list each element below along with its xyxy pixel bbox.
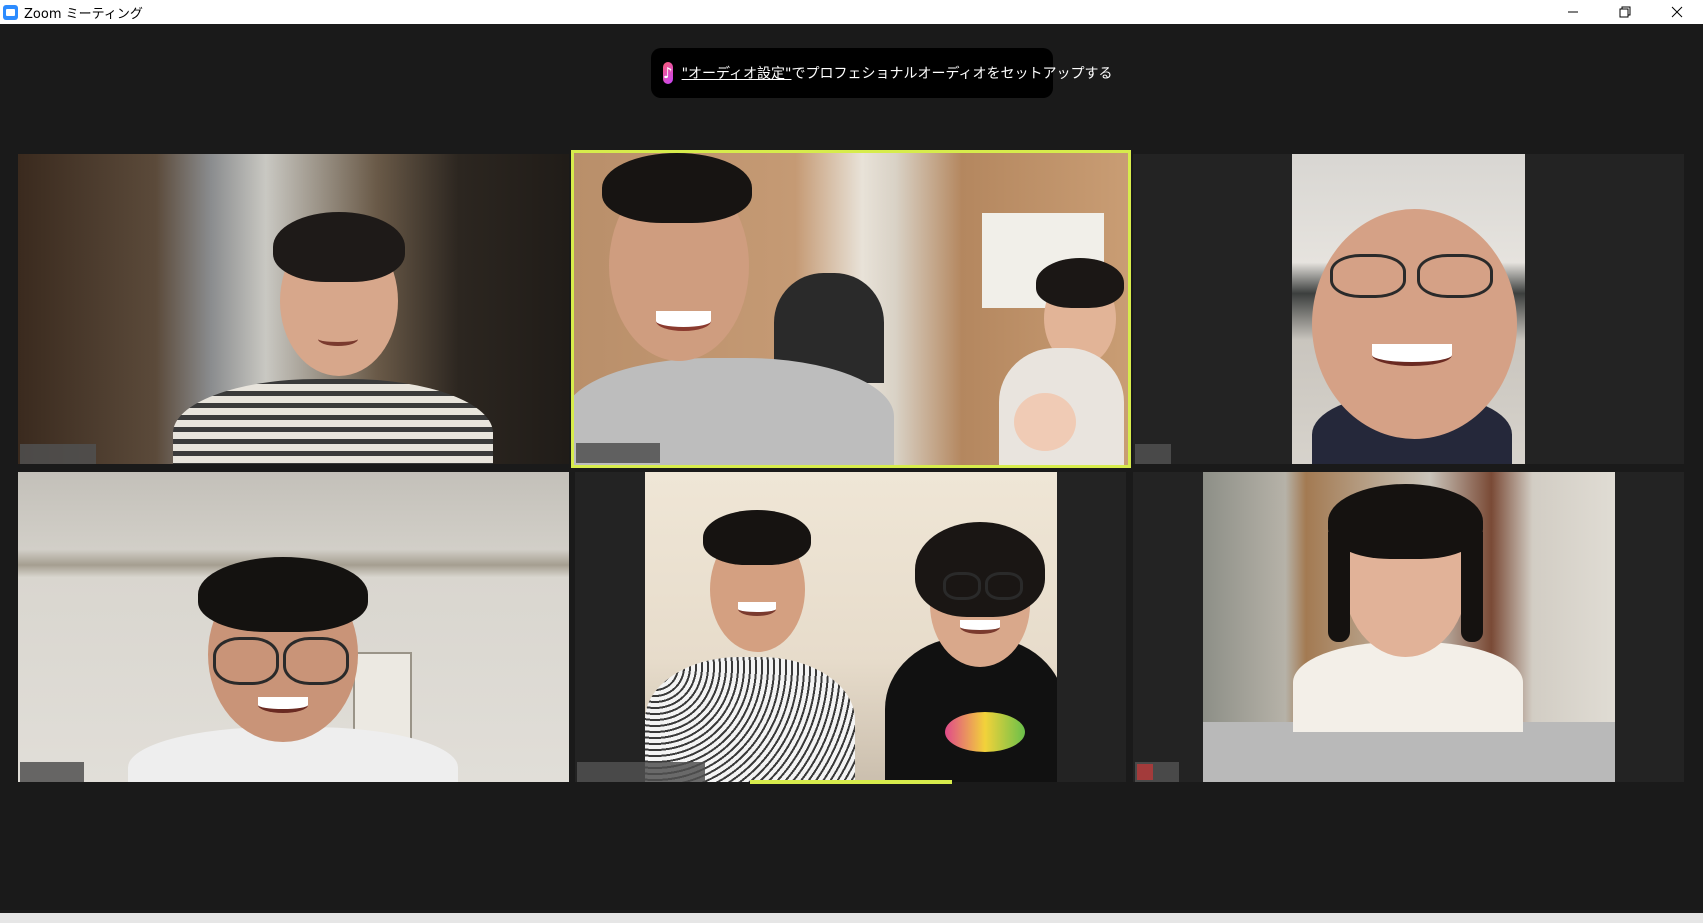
participant-video (1203, 472, 1615, 782)
window-controls (1547, 0, 1703, 24)
glasses-left-lens (1330, 254, 1406, 298)
taskbar-strip (0, 913, 1703, 923)
audio-settings-link[interactable]: "オーディオ設定" (682, 66, 792, 82)
title-bar: Zoom ミーティング (0, 0, 1703, 24)
restore-button[interactable] (1599, 0, 1651, 24)
window-title: Zoom ミーティング (24, 6, 143, 22)
glasses-right-lens (985, 572, 1023, 600)
participant-video (645, 472, 1057, 782)
family-member-hair (915, 522, 1045, 617)
video-tile-top-left[interactable] (18, 154, 569, 464)
participant-hair (198, 557, 368, 632)
glasses-right-lens (283, 637, 349, 685)
wall-picture (353, 652, 412, 741)
yarn-ball (945, 712, 1025, 752)
zoom-camera-icon (3, 4, 18, 20)
participant-video (574, 153, 1128, 465)
participant-name-tag (576, 443, 660, 463)
participant-hair (602, 153, 752, 223)
notice-message: "オーディオ設定"でプロフェショナルオーディオをセットアップする (682, 63, 1113, 83)
family-member-smile (960, 620, 1000, 634)
glasses-left-lens (943, 572, 981, 600)
restore-icon (1619, 6, 1631, 18)
participant-hair (1328, 484, 1483, 559)
participant-name-tag (1135, 444, 1171, 464)
participant-name-tag (20, 444, 96, 464)
video-tile-top-right[interactable] (1133, 154, 1684, 464)
family-member-hair (1036, 258, 1124, 308)
glasses-right-lens (1417, 254, 1493, 298)
minimize-icon (1568, 11, 1578, 13)
baby-head (1014, 393, 1076, 451)
participant-smile (738, 602, 776, 616)
close-icon (1671, 6, 1683, 18)
close-button[interactable] (1651, 0, 1703, 24)
participant-head (1312, 209, 1517, 439)
video-tile-bottom-center[interactable] (575, 472, 1126, 782)
video-tile-top-center-active-speaker[interactable] (571, 150, 1131, 468)
participant-hair (703, 510, 811, 565)
participant-smile (1372, 344, 1452, 366)
active-speaker-indicator (750, 780, 952, 784)
zoom-meeting-window: Zoom ミーティング ♪ "オーディオ設定"でプロフェショナルオーディオをセッ… (0, 0, 1703, 923)
participant-hair (273, 212, 405, 282)
participant-smile (258, 697, 308, 713)
participant-hair-right (1461, 532, 1483, 642)
participant-name-tag (20, 762, 84, 782)
participant-video (18, 472, 569, 782)
muted-mic-icon (1137, 764, 1153, 780)
participant-name-tag (577, 762, 705, 782)
audio-settings-notice: ♪ "オーディオ設定"でプロフェショナルオーディオをセットアップする (651, 48, 1113, 98)
minimize-button[interactable] (1547, 0, 1599, 24)
participant-video (18, 154, 569, 464)
notice-text: でプロフェショナルオーディオをセットアップする (791, 66, 1113, 82)
video-tile-bottom-left[interactable] (18, 472, 569, 782)
music-note-icon: ♪ (663, 62, 673, 84)
participant-video (1292, 154, 1525, 464)
participant-smile (318, 332, 358, 346)
video-tile-bottom-right[interactable] (1133, 472, 1684, 782)
participant-smile (656, 311, 711, 331)
glasses-left-lens (213, 637, 279, 685)
participant-name-tag (1135, 762, 1179, 782)
participant-body (173, 379, 493, 464)
participant-hair-left (1328, 532, 1350, 642)
